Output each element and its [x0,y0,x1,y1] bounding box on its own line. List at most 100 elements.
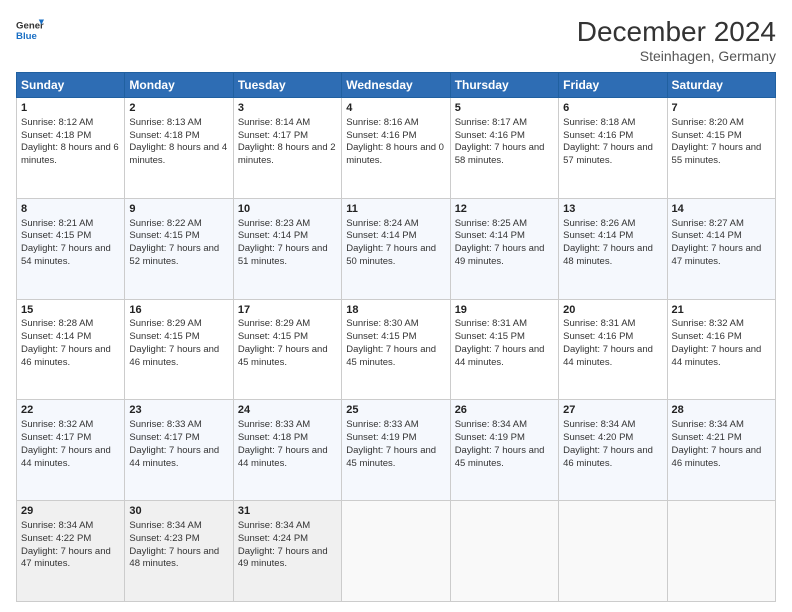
cal-cell: 17Sunrise: 8:29 AMSunset: 4:15 PMDayligh… [233,299,341,400]
sunset: Sunset: 4:15 PM [21,230,91,241]
cal-cell: 1Sunrise: 8:12 AMSunset: 4:18 PMDaylight… [17,98,125,199]
week-row-5: 29Sunrise: 8:34 AMSunset: 4:22 PMDayligh… [17,501,776,602]
daylight-label: Daylight: 7 hours and 45 minutes. [346,344,436,368]
cal-cell: 6Sunrise: 8:18 AMSunset: 4:16 PMDaylight… [559,98,667,199]
day-number: 12 [455,202,554,217]
sunset: Sunset: 4:17 PM [238,130,308,141]
daylight-label: Daylight: 7 hours and 51 minutes. [238,243,328,267]
sunset: Sunset: 4:19 PM [346,432,416,443]
sunset: Sunset: 4:18 PM [21,130,91,141]
day-number: 18 [346,303,445,318]
daylight-label: Daylight: 7 hours and 44 minutes. [672,344,762,368]
sunrise: Sunrise: 8:34 AM [563,419,635,430]
daylight-label: Daylight: 7 hours and 44 minutes. [21,445,111,469]
cal-cell [559,501,667,602]
cal-cell: 7Sunrise: 8:20 AMSunset: 4:15 PMDaylight… [667,98,775,199]
sunrise: Sunrise: 8:22 AM [129,218,201,229]
sunset: Sunset: 4:14 PM [21,331,91,342]
daylight-label: Daylight: 7 hours and 55 minutes. [672,142,762,166]
daylight-label: Daylight: 8 hours and 0 minutes. [346,142,444,166]
cal-cell: 2Sunrise: 8:13 AMSunset: 4:18 PMDaylight… [125,98,233,199]
daylight-label: Daylight: 7 hours and 44 minutes. [129,445,219,469]
sunset: Sunset: 4:15 PM [129,230,199,241]
sunset: Sunset: 4:22 PM [21,533,91,544]
cal-cell: 4Sunrise: 8:16 AMSunset: 4:16 PMDaylight… [342,98,450,199]
sunset: Sunset: 4:14 PM [563,230,633,241]
daylight-label: Daylight: 8 hours and 6 minutes. [21,142,119,166]
day-number: 8 [21,202,120,217]
daylight-label: Daylight: 8 hours and 4 minutes. [129,142,227,166]
sunrise: Sunrise: 8:33 AM [129,419,201,430]
col-header-tuesday: Tuesday [233,73,341,98]
day-number: 26 [455,403,554,418]
day-number: 21 [672,303,771,318]
sunset: Sunset: 4:14 PM [672,230,742,241]
cal-cell: 31Sunrise: 8:34 AMSunset: 4:24 PMDayligh… [233,501,341,602]
daylight-label: Daylight: 7 hours and 47 minutes. [21,546,111,570]
daylight-label: Daylight: 7 hours and 48 minutes. [563,243,653,267]
sunrise: Sunrise: 8:16 AM [346,117,418,128]
daylight-label: Daylight: 8 hours and 2 minutes. [238,142,336,166]
cal-cell: 28Sunrise: 8:34 AMSunset: 4:21 PMDayligh… [667,400,775,501]
sunset: Sunset: 4:16 PM [455,130,525,141]
day-number: 5 [455,101,554,116]
daylight-label: Daylight: 7 hours and 46 minutes. [563,445,653,469]
daylight-label: Daylight: 7 hours and 44 minutes. [238,445,328,469]
day-number: 20 [563,303,662,318]
logo: General Blue [16,16,44,44]
day-number: 15 [21,303,120,318]
day-number: 30 [129,504,228,519]
cal-cell: 23Sunrise: 8:33 AMSunset: 4:17 PMDayligh… [125,400,233,501]
daylight-label: Daylight: 7 hours and 49 minutes. [455,243,545,267]
cal-cell: 9Sunrise: 8:22 AMSunset: 4:15 PMDaylight… [125,198,233,299]
day-number: 13 [563,202,662,217]
sunrise: Sunrise: 8:12 AM [21,117,93,128]
cal-cell: 18Sunrise: 8:30 AMSunset: 4:15 PMDayligh… [342,299,450,400]
sunrise: Sunrise: 8:23 AM [238,218,310,229]
cal-cell: 20Sunrise: 8:31 AMSunset: 4:16 PMDayligh… [559,299,667,400]
daylight-label: Daylight: 7 hours and 48 minutes. [129,546,219,570]
cal-cell: 27Sunrise: 8:34 AMSunset: 4:20 PMDayligh… [559,400,667,501]
sunrise: Sunrise: 8:27 AM [672,218,744,229]
sunrise: Sunrise: 8:34 AM [238,520,310,531]
col-header-wednesday: Wednesday [342,73,450,98]
cal-cell: 8Sunrise: 8:21 AMSunset: 4:15 PMDaylight… [17,198,125,299]
cal-cell: 21Sunrise: 8:32 AMSunset: 4:16 PMDayligh… [667,299,775,400]
week-row-3: 15Sunrise: 8:28 AMSunset: 4:14 PMDayligh… [17,299,776,400]
day-number: 22 [21,403,120,418]
day-number: 14 [672,202,771,217]
sunset: Sunset: 4:14 PM [346,230,416,241]
sunrise: Sunrise: 8:24 AM [346,218,418,229]
cal-cell: 19Sunrise: 8:31 AMSunset: 4:15 PMDayligh… [450,299,558,400]
sunset: Sunset: 4:17 PM [129,432,199,443]
daylight-label: Daylight: 7 hours and 45 minutes. [455,445,545,469]
daylight-label: Daylight: 7 hours and 46 minutes. [129,344,219,368]
sunset: Sunset: 4:20 PM [563,432,633,443]
title-block: December 2024 Steinhagen, Germany [577,16,776,64]
sunset: Sunset: 4:17 PM [21,432,91,443]
sunrise: Sunrise: 8:31 AM [455,318,527,329]
day-number: 4 [346,101,445,116]
logo-icon: General Blue [16,16,44,44]
day-number: 24 [238,403,337,418]
sunrise: Sunrise: 8:29 AM [129,318,201,329]
sunset: Sunset: 4:21 PM [672,432,742,443]
sunset: Sunset: 4:18 PM [129,130,199,141]
cal-cell [450,501,558,602]
daylight-label: Daylight: 7 hours and 58 minutes. [455,142,545,166]
day-number: 16 [129,303,228,318]
cal-cell: 5Sunrise: 8:17 AMSunset: 4:16 PMDaylight… [450,98,558,199]
cal-cell [342,501,450,602]
sunset: Sunset: 4:14 PM [238,230,308,241]
sunrise: Sunrise: 8:33 AM [346,419,418,430]
page: General Blue December 2024 Steinhagen, G… [0,0,792,612]
cal-cell [667,501,775,602]
day-number: 6 [563,101,662,116]
daylight-label: Daylight: 7 hours and 44 minutes. [563,344,653,368]
svg-text:Blue: Blue [16,31,37,42]
sunrise: Sunrise: 8:32 AM [21,419,93,430]
daylight-label: Daylight: 7 hours and 45 minutes. [346,445,436,469]
sunrise: Sunrise: 8:29 AM [238,318,310,329]
day-number: 19 [455,303,554,318]
cal-cell: 15Sunrise: 8:28 AMSunset: 4:14 PMDayligh… [17,299,125,400]
